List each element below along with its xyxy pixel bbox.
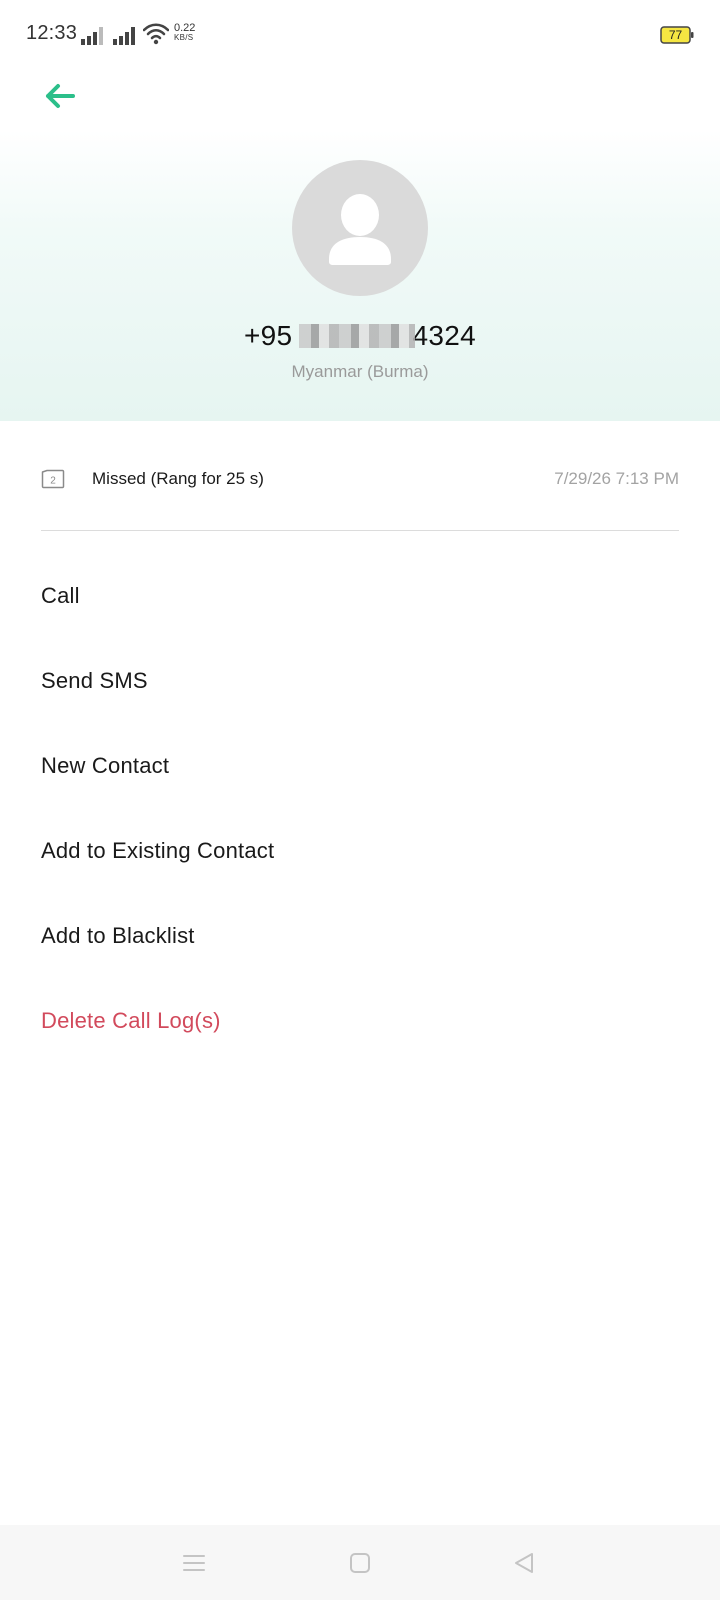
sim-card-icon: 2 bbox=[41, 469, 65, 489]
sim-number: 2 bbox=[50, 476, 56, 487]
battery-level: 77 bbox=[668, 28, 683, 42]
call-button[interactable]: Call bbox=[0, 553, 720, 638]
status-bar: 12:33 0.22 KB/S 77 bbox=[0, 0, 720, 70]
home-icon bbox=[350, 1553, 370, 1573]
phone-number: +95 4324 bbox=[0, 320, 720, 352]
signal-strength-icon bbox=[81, 27, 103, 45]
send-sms-button[interactable]: Send SMS bbox=[0, 638, 720, 723]
masked-digits bbox=[298, 324, 415, 348]
call-timestamp: 7/29/26 7:13 PM bbox=[554, 469, 679, 488]
add-to-blacklist-button[interactable]: Add to Blacklist bbox=[0, 893, 720, 978]
back-button[interactable] bbox=[36, 72, 84, 120]
network-speed-unit: KB/S bbox=[174, 33, 194, 42]
nav-back-button[interactable] bbox=[508, 1547, 540, 1579]
signal-strength-icon bbox=[113, 27, 135, 45]
arrow-left-icon bbox=[46, 84, 75, 108]
avatar bbox=[292, 160, 428, 296]
delete-call-log-button[interactable]: Delete Call Log(s) bbox=[0, 978, 720, 1063]
navigation-bar bbox=[0, 1525, 720, 1600]
wifi-icon bbox=[143, 23, 169, 45]
divider bbox=[41, 530, 679, 531]
country-label: Myanmar (Burma) bbox=[291, 362, 429, 381]
phone-prefix: +95 bbox=[244, 320, 293, 351]
status-time: 12:33 bbox=[26, 22, 78, 44]
call-status: Missed (Rang for 25 s) bbox=[92, 469, 264, 488]
network-speed: 0.22 KB/S bbox=[174, 23, 195, 43]
network-speed-value: 0.22 bbox=[174, 22, 196, 34]
nav-home-button[interactable] bbox=[344, 1547, 376, 1579]
phone-suffix: 4324 bbox=[412, 320, 476, 351]
person-icon bbox=[329, 194, 391, 265]
add-to-existing-contact-button[interactable]: Add to Existing Contact bbox=[0, 808, 720, 893]
call-log-entry: 2 Missed (Rang for 25 s) 7/29/26 7:13 PM bbox=[41, 455, 679, 505]
back-triangle-icon bbox=[515, 1553, 533, 1573]
new-contact-button[interactable]: New Contact bbox=[0, 723, 720, 808]
nav-menu-button[interactable] bbox=[178, 1547, 210, 1579]
action-list: Call Send SMS New Contact Add to Existin… bbox=[0, 553, 720, 1063]
menu-icon bbox=[183, 1555, 205, 1571]
